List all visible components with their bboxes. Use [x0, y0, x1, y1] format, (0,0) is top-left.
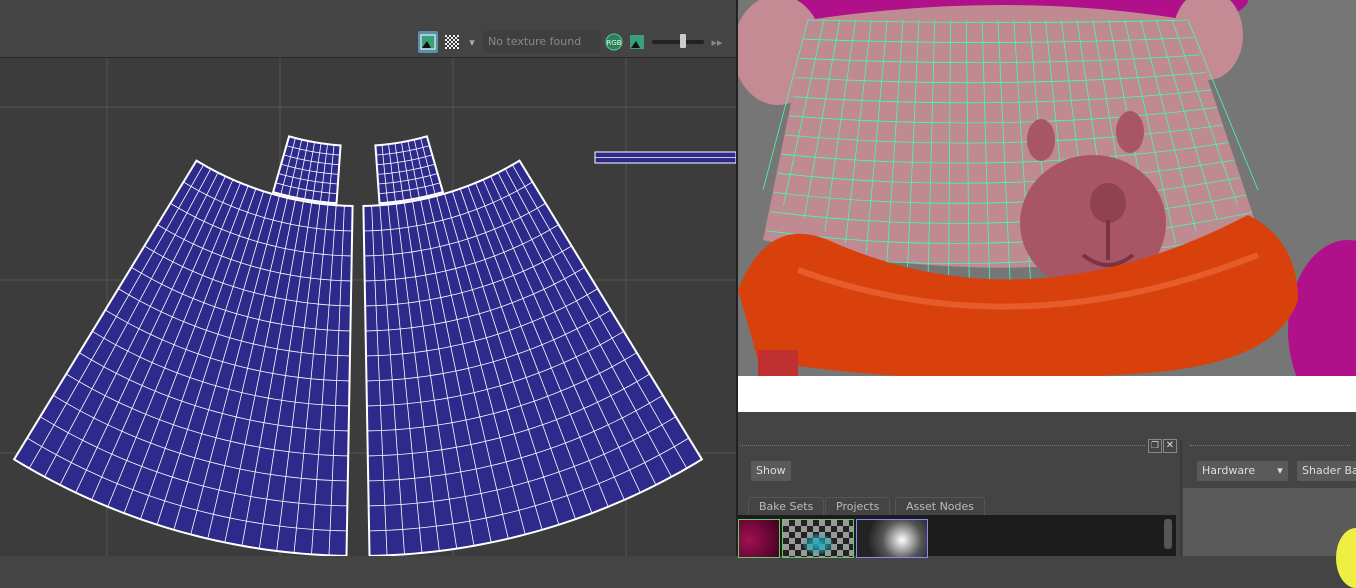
uv-shell-small-left[interactable]: [271, 135, 342, 205]
scrollbar[interactable]: [1164, 519, 1172, 549]
uv-toolbar: ▾ No texture found RGB ▸▸: [0, 0, 736, 58]
panel-drag-handle[interactable]: [1190, 445, 1350, 446]
panel-drag-handle[interactable]: [740, 445, 1145, 446]
close-icon[interactable]: ✕: [1163, 439, 1177, 453]
uv-shell-small-right[interactable]: [374, 135, 445, 205]
uv-shell-right[interactable]: [362, 159, 704, 556]
image-display-icon[interactable]: [418, 31, 438, 53]
nose: [1090, 183, 1126, 223]
3d-viewport[interactable]: [738, 0, 1356, 376]
tab-bake-sets[interactable]: Bake Sets: [748, 497, 825, 516]
material-swatch[interactable]: [856, 519, 928, 558]
material-swatches: [738, 515, 1176, 558]
viewport-bottom-bar: [738, 376, 1356, 412]
expand-icon[interactable]: ▸▸: [708, 31, 726, 53]
renderer-select[interactable]: Hardware: [1197, 461, 1272, 481]
material-preview: [1183, 488, 1356, 588]
head-mesh: [763, 5, 1258, 268]
panel-divider[interactable]: [1180, 440, 1182, 556]
tab-asset-nodes[interactable]: Asset Nodes: [895, 497, 986, 516]
material-swatch[interactable]: [782, 519, 854, 558]
checker-icon[interactable]: [443, 31, 461, 53]
svg-text:RGB: RGB: [606, 39, 621, 47]
uv-canvas[interactable]: [0, 58, 736, 556]
image-icon[interactable]: [629, 31, 645, 53]
tab-projects[interactable]: Projects: [825, 497, 891, 516]
float-panel-icon[interactable]: ❐: [1148, 439, 1162, 453]
show-button[interactable]: Show: [751, 461, 791, 481]
uv-shell-left[interactable]: [12, 159, 354, 556]
chevron-down-icon[interactable]: ▾: [1272, 461, 1288, 481]
material-swatch[interactable]: [738, 519, 780, 558]
chevron-down-icon[interactable]: ▾: [465, 31, 479, 53]
uv-editor[interactable]: ▾ No texture found RGB ▸▸: [0, 0, 736, 556]
shader-ball-select[interactable]: Shader Ball: [1297, 461, 1356, 481]
texture-field[interactable]: No texture found: [483, 31, 601, 53]
rgb-channel-icon[interactable]: RGB: [604, 31, 624, 53]
exposure-slider[interactable]: [650, 31, 705, 53]
